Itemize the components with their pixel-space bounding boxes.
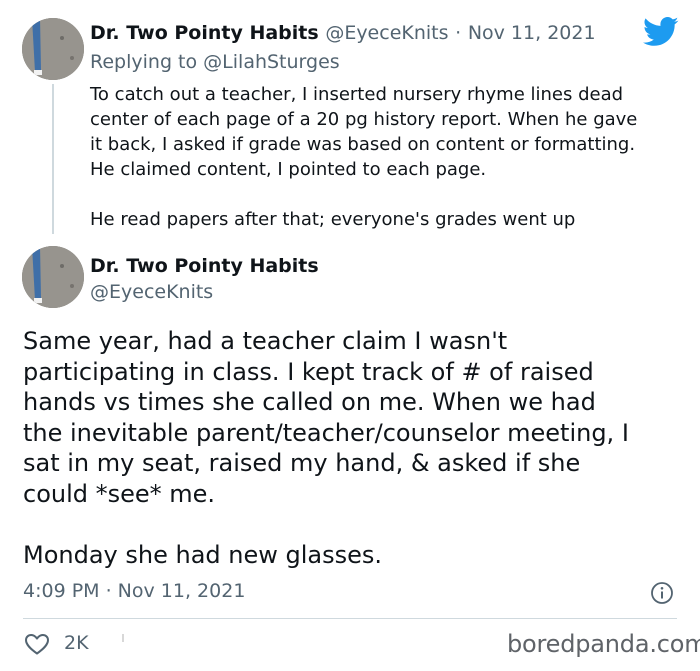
- like-count[interactable]: 2K: [64, 632, 89, 654]
- reply-text-line: it back, I asked if grade was based on c…: [90, 134, 636, 155]
- reply-tweet-text: To catch out a teacher, I inserted nurse…: [90, 82, 690, 232]
- main-author-name[interactable]: Dr. Two Pointy Habits: [90, 255, 319, 277]
- twitter-bird-icon: [643, 17, 679, 46]
- reply-text-line: center of each page of a 20 pg history r…: [90, 109, 638, 130]
- main-text-line: Same year, had a teacher claim I wasn't: [23, 327, 508, 355]
- info-icon[interactable]: [650, 581, 674, 605]
- thread-connector-line: [52, 84, 54, 234]
- action-divider: [23, 618, 677, 619]
- reply-author-line: Dr. Two Pointy Habits @EyeceKnits · Nov …: [90, 22, 596, 44]
- main-text-closing: Monday she had new glasses.: [23, 540, 383, 569]
- reply-author-handle[interactable]: @EyeceKnits: [325, 22, 448, 44]
- reply-author-name[interactable]: Dr. Two Pointy Habits: [90, 22, 319, 44]
- tweet-timestamp[interactable]: 4:09 PM · Nov 11, 2021: [23, 580, 245, 602]
- reply-text-line: To catch out a teacher, I inserted nurse…: [90, 84, 624, 105]
- reply-date[interactable]: Nov 11, 2021: [468, 22, 596, 44]
- avatar-photo-icon: [22, 18, 84, 80]
- main-tweet-text: Same year, had a teacher claim I wasn't …: [23, 326, 693, 570]
- replying-prefix: Replying to: [90, 51, 198, 73]
- main-author-handle[interactable]: @EyeceKnits: [90, 281, 213, 303]
- avatar-photo-icon: [22, 246, 84, 308]
- main-text-line: could *see* me.: [23, 479, 216, 508]
- heart-icon[interactable]: [24, 632, 50, 656]
- replying-to-line: Replying to @LilahSturges: [90, 51, 340, 73]
- main-text-line: the inevitable parent/teacher/counselor …: [23, 418, 629, 447]
- main-text-line: sat in my seat, raised my hand, & asked …: [23, 449, 581, 477]
- reply-date-separator: ·: [455, 22, 462, 44]
- reply-text-line: He claimed content, I pointed to each pa…: [90, 159, 487, 180]
- replying-to-link[interactable]: @LilahSturges: [203, 51, 340, 73]
- boredpanda-watermark: boredpanda.com: [507, 630, 700, 658]
- avatar-reply-tweet[interactable]: [22, 18, 84, 80]
- main-text-line: participating in class. I kept track of …: [23, 357, 594, 386]
- avatar-main-tweet[interactable]: [22, 246, 84, 308]
- main-text-line: hands vs times she called on me. When we…: [23, 388, 596, 416]
- faint-separator: [122, 634, 124, 642]
- reply-text-closing: He read papers after that; everyone's gr…: [90, 209, 576, 230]
